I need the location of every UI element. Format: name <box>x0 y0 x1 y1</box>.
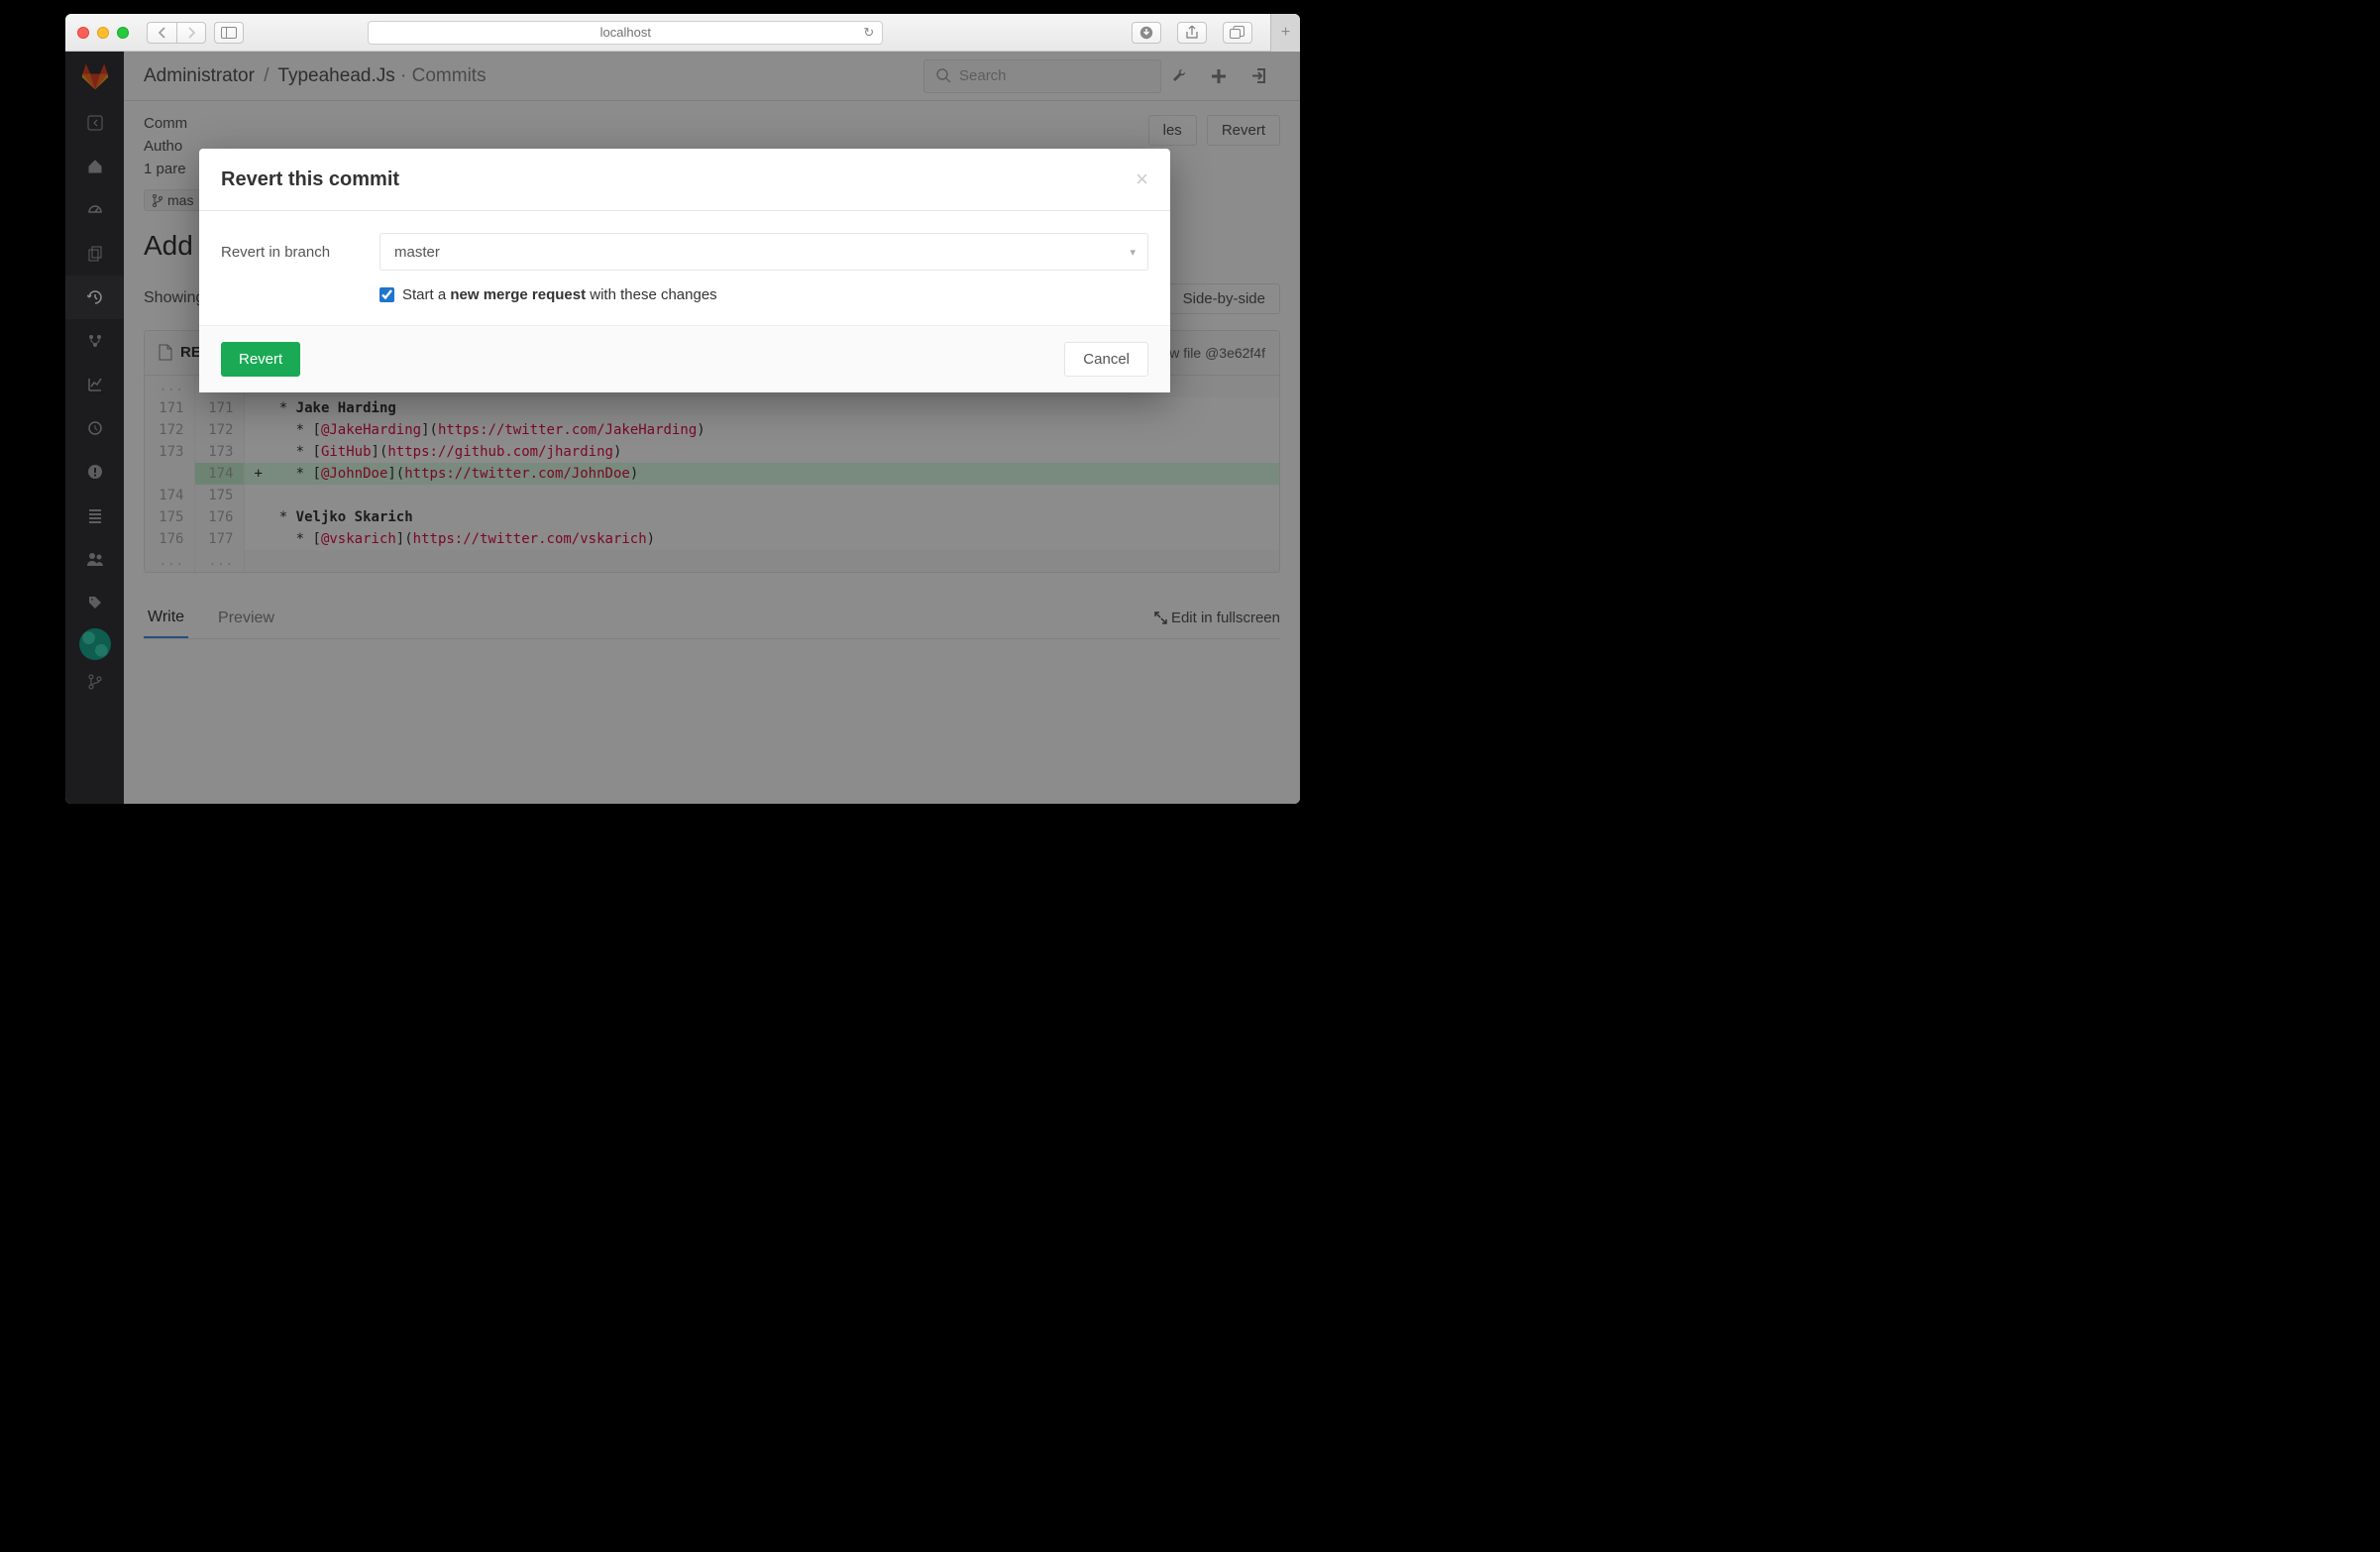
tabs-icon <box>1230 26 1244 39</box>
modal-title: Revert this commit <box>221 168 399 191</box>
modal-header: Revert this commit × <box>199 149 1170 211</box>
share-button[interactable] <box>1177 22 1207 44</box>
new-mr-checkbox[interactable] <box>379 287 394 302</box>
traffic-lights <box>77 27 129 39</box>
url-host-text: localhost <box>600 25 651 40</box>
share-icon <box>1185 26 1199 40</box>
download-icon <box>1139 26 1153 40</box>
downloads-button[interactable] <box>1132 22 1161 44</box>
browser-forward-button[interactable] <box>176 22 206 44</box>
modal-close-button[interactable]: × <box>1136 166 1148 192</box>
browser-sidebar-button[interactable] <box>214 22 244 44</box>
branch-select[interactable]: master <box>379 233 1148 271</box>
modal-footer: Revert Cancel <box>199 325 1170 392</box>
browser-back-button[interactable] <box>147 22 176 44</box>
branch-select-label: Revert in branch <box>221 244 379 261</box>
branch-select-value: master <box>394 244 440 261</box>
chevron-right-icon <box>187 27 196 39</box>
window-close-button[interactable] <box>77 27 89 39</box>
tabs-button[interactable] <box>1223 22 1252 44</box>
window-zoom-button[interactable] <box>117 27 129 39</box>
refresh-icon[interactable]: ↻ <box>863 25 874 41</box>
browser-titlebar: localhost ↻ + <box>65 14 1300 52</box>
modal-cancel-button[interactable]: Cancel <box>1064 342 1148 377</box>
new-mr-label: Start a new merge request with these cha… <box>402 286 717 303</box>
window-minimize-button[interactable] <box>97 27 109 39</box>
revert-modal: Revert this commit × Revert in branch ma… <box>199 149 1170 392</box>
browser-url-bar[interactable]: localhost ↻ <box>368 21 883 45</box>
chevron-left-icon <box>158 27 166 39</box>
browser-window: localhost ↻ + <box>65 14 1300 804</box>
new-mr-checkbox-row[interactable]: Start a new merge request with these cha… <box>379 286 1148 303</box>
sidebar-icon <box>221 27 237 39</box>
modal-revert-button[interactable]: Revert <box>221 342 300 377</box>
